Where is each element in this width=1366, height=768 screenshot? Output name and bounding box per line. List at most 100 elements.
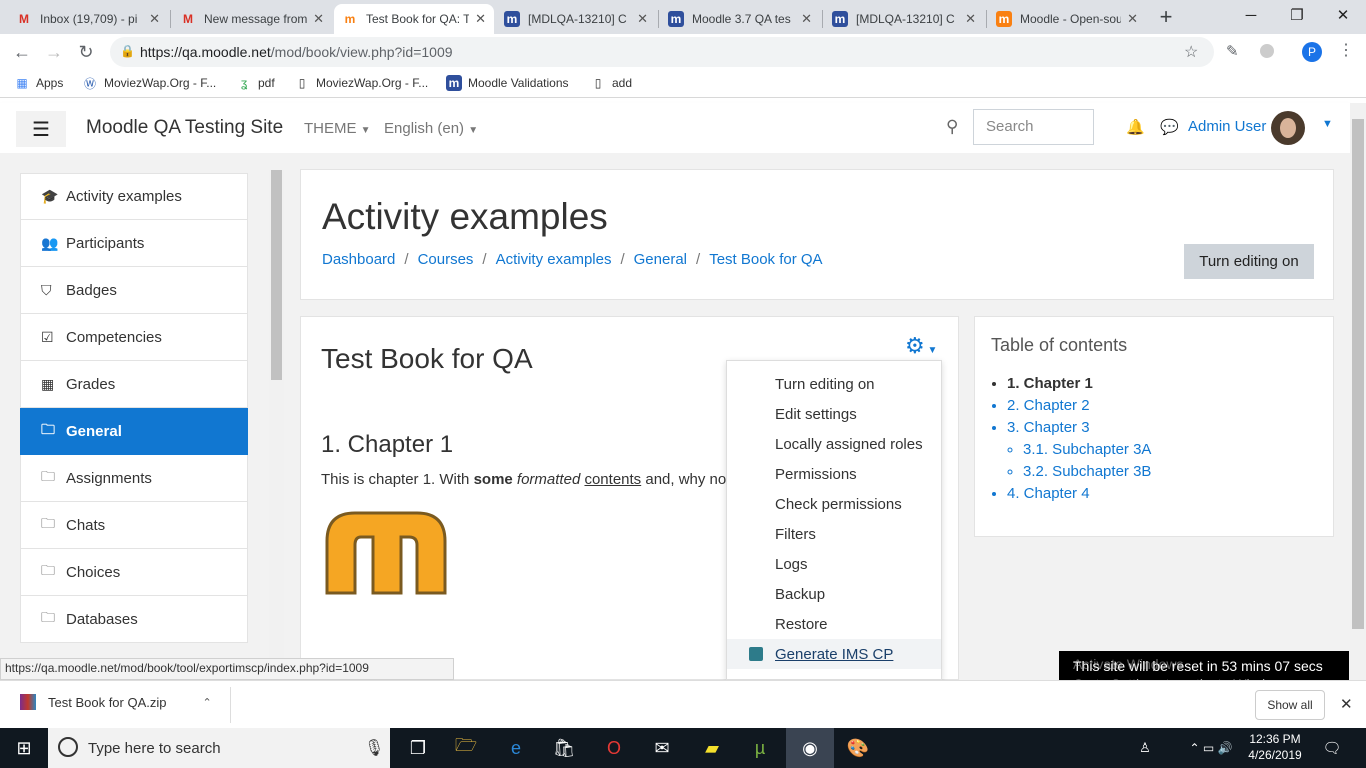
gear-icon[interactable]: ⚙ ▼ (905, 333, 937, 359)
chevron-up-icon[interactable]: ⌃ (203, 696, 212, 709)
tab-inbox[interactable]: M Inbox (19,709) - pi ✕ (8, 4, 168, 34)
hamburger-menu-icon[interactable]: ☰ (16, 111, 66, 147)
toc-subitem[interactable]: 3.2. Subchapter 3B (1023, 461, 1151, 483)
turn-editing-on-button[interactable]: Turn editing on (1184, 244, 1314, 279)
menu-item-check-permissions[interactable]: Check permissions (727, 489, 941, 519)
menu-item-locally-assigned-roles[interactable]: Locally assigned roles (727, 429, 941, 459)
people-icon[interactable]: ♙ (1130, 728, 1160, 768)
theme-menu[interactable]: THEME ▼ (304, 120, 371, 137)
mail-icon[interactable]: ✉ (638, 728, 686, 768)
main-scrollbar[interactable] (1350, 103, 1366, 680)
avatar[interactable] (1271, 111, 1305, 145)
breadcrumb-courses[interactable]: Courses (418, 251, 474, 268)
utorrent-icon[interactable]: µ (736, 728, 784, 768)
menu-item-generate-ims-cp[interactable]: Generate IMS CP (727, 639, 941, 669)
show-all-button[interactable]: Show all (1255, 690, 1325, 720)
bookmark-moodle-validations[interactable]: m Moodle Validations (446, 75, 569, 91)
tab-moodle-37[interactable]: m Moodle 3.7 QA tes ✕ (660, 4, 820, 34)
breadcrumb-test-book[interactable]: Test Book for QA (709, 251, 822, 268)
close-icon[interactable]: ✕ (149, 11, 160, 27)
breadcrumb-dashboard[interactable]: Dashboard (322, 251, 395, 268)
opera-icon[interactable]: O (590, 728, 638, 768)
menu-item-restore[interactable]: Restore (727, 609, 941, 639)
chrome-icon[interactable]: ◉ (786, 728, 834, 768)
file-explorer-icon[interactable]: 🗁 (442, 728, 490, 768)
search-input[interactable]: Search (973, 109, 1094, 145)
drawer-item-activity-examples[interactable]: 🎓 Activity examples (20, 173, 248, 220)
menu-item-logs[interactable]: Logs (727, 549, 941, 579)
close-icon[interactable]: ✕ (801, 11, 812, 27)
edge-icon[interactable]: e (492, 728, 540, 768)
language-menu[interactable]: English (en) ▼ (384, 120, 478, 137)
drawer-item-chats[interactable]: 🗀 Chats (20, 502, 248, 549)
extension-icon[interactable] (1260, 44, 1274, 58)
menu-item-backup[interactable]: Backup (727, 579, 941, 609)
close-icon[interactable]: ✕ (313, 11, 324, 27)
close-icon[interactable]: ✕ (965, 11, 976, 27)
menu-item-edit-settings[interactable]: Edit settings (727, 399, 941, 429)
drawer-item-choices[interactable]: 🗀 Choices (20, 549, 248, 596)
window-close-icon[interactable]: ✕ (1320, 0, 1366, 30)
menu-item-filters[interactable]: Filters (727, 519, 941, 549)
bookmark-add[interactable]: ▯ add (590, 75, 632, 91)
tab-new-message[interactable]: M New message from ✕ (172, 4, 332, 34)
download-item[interactable]: Test Book for QA.zip ⌃ (20, 694, 212, 710)
reload-icon[interactable]: ↻ (72, 38, 100, 66)
drawer-item-competencies[interactable]: ☑ Competencies (20, 314, 248, 361)
close-icon[interactable]: ✕ (475, 11, 486, 27)
toc-subitem[interactable]: 3.1. Subchapter 3A (1023, 439, 1151, 461)
tab-mdlqa-2[interactable]: m [MDLQA-13210] C ✕ (824, 4, 984, 34)
menu-item-permissions[interactable]: Permissions (727, 459, 941, 489)
drawer-item-databases[interactable]: 🗀 Databases (20, 596, 248, 643)
paint-icon[interactable]: 🎨 (834, 728, 882, 768)
drawer-item-general[interactable]: 🗀 General (20, 408, 248, 455)
close-icon[interactable]: ✕ (637, 11, 648, 27)
breadcrumb-activity-examples[interactable]: Activity examples (496, 251, 612, 268)
menu-item-turn-editing-on[interactable]: Turn editing on (727, 369, 941, 399)
profile-avatar[interactable]: P (1302, 42, 1322, 62)
bookmark-apps[interactable]: ▦ Apps (14, 75, 63, 91)
search-icon[interactable]: ⚲ (946, 117, 958, 137)
notifications-icon[interactable]: 🗨 (1310, 728, 1354, 768)
toc-item-label[interactable]: 3. Chapter 3 (1007, 419, 1090, 436)
bookmark-moviezwap-2[interactable]: ▯ MoviezWap.Org - F... (294, 75, 429, 91)
taskbar-clock[interactable]: 12:36 PM 4/26/2019 (1242, 731, 1308, 763)
close-icon[interactable]: ✕ (1127, 11, 1138, 27)
tab-mdlqa-1[interactable]: m [MDLQA-13210] C ✕ (496, 4, 656, 34)
toc-item[interactable]: 3. Chapter 3 3.1. Subchapter 3A 3.2. Sub… (1007, 417, 1151, 483)
taskbar-search-input[interactable]: Type here to search 🎙 (48, 728, 390, 768)
drawer-item-participants[interactable]: 👥 Participants (20, 220, 248, 267)
drawer-item-grades[interactable]: ▦ Grades (20, 361, 248, 408)
drawer-item-badges[interactable]: ⛉ Badges (20, 267, 248, 314)
store-icon[interactable]: 🛍 (540, 728, 588, 768)
star-icon[interactable]: ☆ (1184, 42, 1198, 62)
bookmark-pdf[interactable]: ʓ pdf (236, 75, 275, 91)
back-arrow-icon[interactable]: ← (8, 38, 36, 66)
drawer-item-assignments[interactable]: 🗀 Assignments (20, 455, 248, 502)
microphone-icon[interactable]: 🎙 (364, 738, 384, 758)
drawer-scrollbar[interactable] (269, 170, 284, 680)
forward-arrow-icon[interactable]: → (40, 38, 68, 66)
restore-icon[interactable]: ❐ (1274, 0, 1320, 30)
breadcrumb-general[interactable]: General (634, 251, 687, 268)
close-icon[interactable]: ✕ (1340, 695, 1353, 713)
menu-kebab-icon[interactable]: ⋮ (1338, 40, 1354, 60)
bell-icon[interactable]: 🔔 (1126, 118, 1145, 136)
site-name[interactable]: Moodle QA Testing Site (86, 117, 283, 139)
windows-start-icon[interactable]: ⊞ (0, 728, 48, 768)
tab-moodle-open[interactable]: m Moodle - Open-sou ✕ (988, 4, 1146, 34)
tab-test-book[interactable]: m Test Book for QA: T ✕ (334, 4, 494, 34)
user-menu-caret-icon[interactable]: ▼ (1322, 118, 1333, 130)
toc-item[interactable]: 2. Chapter 2 (1007, 395, 1151, 417)
user-name[interactable]: Admin User (1188, 118, 1266, 135)
eyedropper-icon[interactable]: ✎ (1226, 42, 1239, 60)
toc-item[interactable]: 4. Chapter 4 (1007, 483, 1151, 505)
address-bar[interactable]: 🔒 https://qa.moodle.net/mod/book/view.ph… (110, 37, 1214, 67)
chat-bubble-icon[interactable]: 💬 (1160, 118, 1179, 136)
bookmark-moviezwap-1[interactable]: Ⓦ MoviezWap.Org - F... (82, 75, 216, 91)
task-view-icon[interactable]: ❐ (394, 728, 442, 768)
sticky-notes-icon[interactable]: ▰ (688, 728, 736, 768)
system-tray-icons[interactable]: ⌃ ▭ 🔊 (1176, 728, 1246, 768)
minimize-icon[interactable]: ─ (1228, 0, 1274, 30)
new-tab-plus-icon[interactable]: + (1152, 4, 1180, 30)
